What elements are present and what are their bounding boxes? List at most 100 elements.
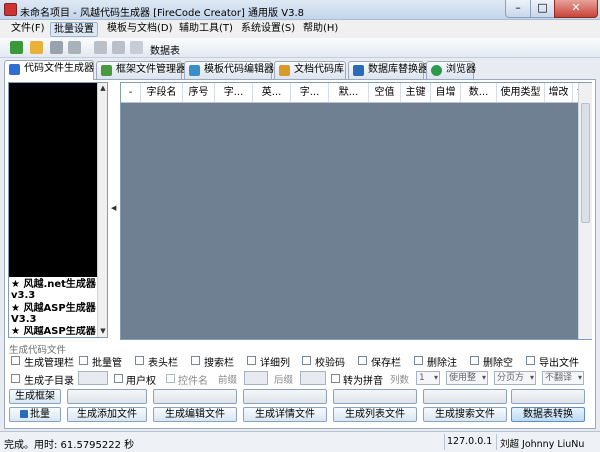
generate-slot-button[interactable] <box>153 389 237 404</box>
batch-button-label: 批量 <box>30 409 50 420</box>
tab-frame-file-manager[interactable]: 框架文件管理器 <box>96 61 186 79</box>
generator-list[interactable]: ★ 风越.net生成器 v3.3 ★ 风越ASP生成器 V3.3 ★ 风越ASP… <box>8 82 108 338</box>
tab-label: 浏览器 <box>446 64 476 75</box>
data-table-convert-button[interactable]: 数据表转换 <box>511 407 585 422</box>
status-ip: 127.0.0.1 <box>447 436 493 447</box>
column-count-label: 列数 <box>390 375 410 386</box>
grid-column-header[interactable]: 字... <box>215 83 253 102</box>
generate-detail-file-button[interactable]: 生成详情文件 <box>243 407 327 422</box>
save-icon[interactable] <box>50 41 63 54</box>
checkbox-search-bar[interactable] <box>191 356 200 365</box>
menu-help[interactable]: 帮助(H) <box>300 22 341 37</box>
generate-add-file-button[interactable]: 生成添加文件 <box>67 407 147 422</box>
minimize-button[interactable]: – <box>505 0 531 18</box>
generate-slot-button[interactable] <box>511 389 585 404</box>
list-item[interactable]: ★ 风越ASP生成器 <box>11 326 97 337</box>
scroll-down-icon[interactable]: ▼ <box>99 327 107 335</box>
checkbox-control-name[interactable] <box>166 374 175 383</box>
save-as-icon[interactable] <box>68 41 81 54</box>
open-folder-icon[interactable] <box>30 41 43 54</box>
menu-aux-tools[interactable]: 辅助工具(T) <box>176 22 236 37</box>
generate-slot-button[interactable] <box>333 389 417 404</box>
close-button[interactable]: ✕ <box>554 0 598 18</box>
suffix-input[interactable] <box>300 371 326 385</box>
checkbox-delete-empty[interactable] <box>470 356 479 365</box>
generate-search-file-button[interactable]: 生成搜索文件 <box>423 407 507 422</box>
checkbox-label: 搜索栏 <box>204 358 234 369</box>
grid-column-header[interactable]: 默... <box>329 83 369 102</box>
list-item[interactable]: ★ 风越ASP生成器 V3.3 <box>11 303 97 325</box>
list-item[interactable]: ★ 风越.net生成器 v3.3 <box>11 279 97 301</box>
grid-column-header[interactable]: 空值 <box>369 83 401 102</box>
checkbox-export-file[interactable] <box>526 356 535 365</box>
database-replace-icon <box>353 65 364 76</box>
grid-scrollbar[interactable] <box>578 83 592 339</box>
checkbox-label: 控件名 <box>178 376 208 387</box>
checkbox-batch-manage[interactable] <box>79 356 88 365</box>
grid-column-header[interactable]: 主键 <box>401 83 431 102</box>
checkbox-checksum[interactable] <box>302 356 311 365</box>
tab-browser[interactable]: 浏览器 <box>426 61 476 79</box>
checkbox-label: 保存栏 <box>371 358 401 369</box>
status-user: 刘超 Johnny LiuNu <box>500 439 585 450</box>
generate-slot-button[interactable] <box>243 389 327 404</box>
generate-list-file-button[interactable]: 生成列表文件 <box>333 407 417 422</box>
scroll-up-icon[interactable]: ▲ <box>99 84 107 92</box>
new-file-icon[interactable] <box>10 41 23 54</box>
copy-icon[interactable] <box>94 41 107 54</box>
grid-scroll-thumb[interactable] <box>581 103 590 223</box>
grid-column-header[interactable]: 英... <box>253 83 291 102</box>
grid-column-header[interactable]: 序号 <box>183 83 215 102</box>
data-table-label[interactable]: 数据表 <box>150 42 180 57</box>
no-translate-select[interactable]: 不翻译 <box>542 371 584 385</box>
column-count-select[interactable]: 1 <box>416 371 440 385</box>
grid-column-header[interactable]: 增改 <box>545 83 573 102</box>
checkbox-gen-management[interactable] <box>11 356 20 365</box>
checkbox-table-header[interactable] <box>135 356 144 365</box>
menu-templates-docs[interactable]: 模板与文档(D) <box>104 22 176 37</box>
paging-select[interactable]: 分页方 <box>494 371 536 385</box>
tab-document-library[interactable]: 文档代码库 <box>274 61 346 79</box>
checkbox-delete-notes[interactable] <box>414 356 423 365</box>
use-mode-select[interactable]: 使用整 <box>446 371 488 385</box>
generate-slot-button[interactable] <box>423 389 507 404</box>
status-message: 完成。用时: 61.5795222 秒 <box>4 440 135 451</box>
checkbox-detail-column[interactable] <box>247 356 256 365</box>
tab-database-replacer[interactable]: 数据库替换器 <box>348 61 428 79</box>
status-divider <box>496 434 497 450</box>
maximize-button[interactable]: □ <box>530 0 555 18</box>
page-icon[interactable] <box>130 41 143 54</box>
batch-button[interactable]: 批量 <box>9 407 61 422</box>
prefix-label: 前缀 <box>218 375 238 386</box>
splitter-collapse-icon[interactable]: ◀ <box>111 204 116 212</box>
subdir-input[interactable] <box>78 371 108 385</box>
tab-label: 框架文件管理器 <box>116 64 186 75</box>
grid-column-header[interactable]: 使用类型 <box>497 83 545 102</box>
checkbox-save-bar[interactable] <box>358 356 367 365</box>
grid-column-header[interactable]: 字段名 <box>141 83 183 102</box>
checkbox-label: 生成管理栏 <box>24 358 74 369</box>
paste-icon[interactable] <box>112 41 125 54</box>
prefix-input[interactable] <box>244 371 268 385</box>
grid-column-header[interactable]: - <box>121 83 141 102</box>
grid-column-header[interactable]: 字... <box>291 83 329 102</box>
generate-slot-button[interactable] <box>67 389 147 404</box>
tab-template-code-editor[interactable]: 模板代码编辑器 <box>184 61 274 79</box>
checkbox-gen-subdir[interactable] <box>11 374 20 383</box>
menu-bar: 文件(F) 批量设置 模板与文档(D) 辅助工具(T) 系统设置(S) 帮助(H… <box>0 20 600 38</box>
field-grid[interactable]: - 字段名 序号 字... 英... 字... 默... 空值 主键 自增 数.… <box>120 82 592 340</box>
generate-edit-file-button[interactable]: 生成编辑文件 <box>153 407 237 422</box>
tab-code-file-generator[interactable]: 代码文件生成器 <box>4 60 94 80</box>
menu-system-settings[interactable]: 系统设置(S) <box>238 22 298 37</box>
checkbox-to-pinyin[interactable] <box>331 374 340 383</box>
app-icon <box>4 3 17 16</box>
suffix-label: 后缀 <box>274 375 294 386</box>
checkbox-label: 批量管 <box>92 358 122 369</box>
list-scrollbar[interactable]: ▲ ▼ <box>97 83 107 337</box>
menu-file[interactable]: 文件(F) <box>8 22 48 37</box>
checkbox-user-permission[interactable] <box>114 374 123 383</box>
grid-column-header[interactable]: 自增 <box>431 83 461 102</box>
grid-column-header[interactable]: 数... <box>461 83 497 102</box>
generate-frame-button[interactable]: 生成框架 <box>9 389 61 404</box>
menu-batch-settings[interactable]: 批量设置 <box>50 22 98 37</box>
